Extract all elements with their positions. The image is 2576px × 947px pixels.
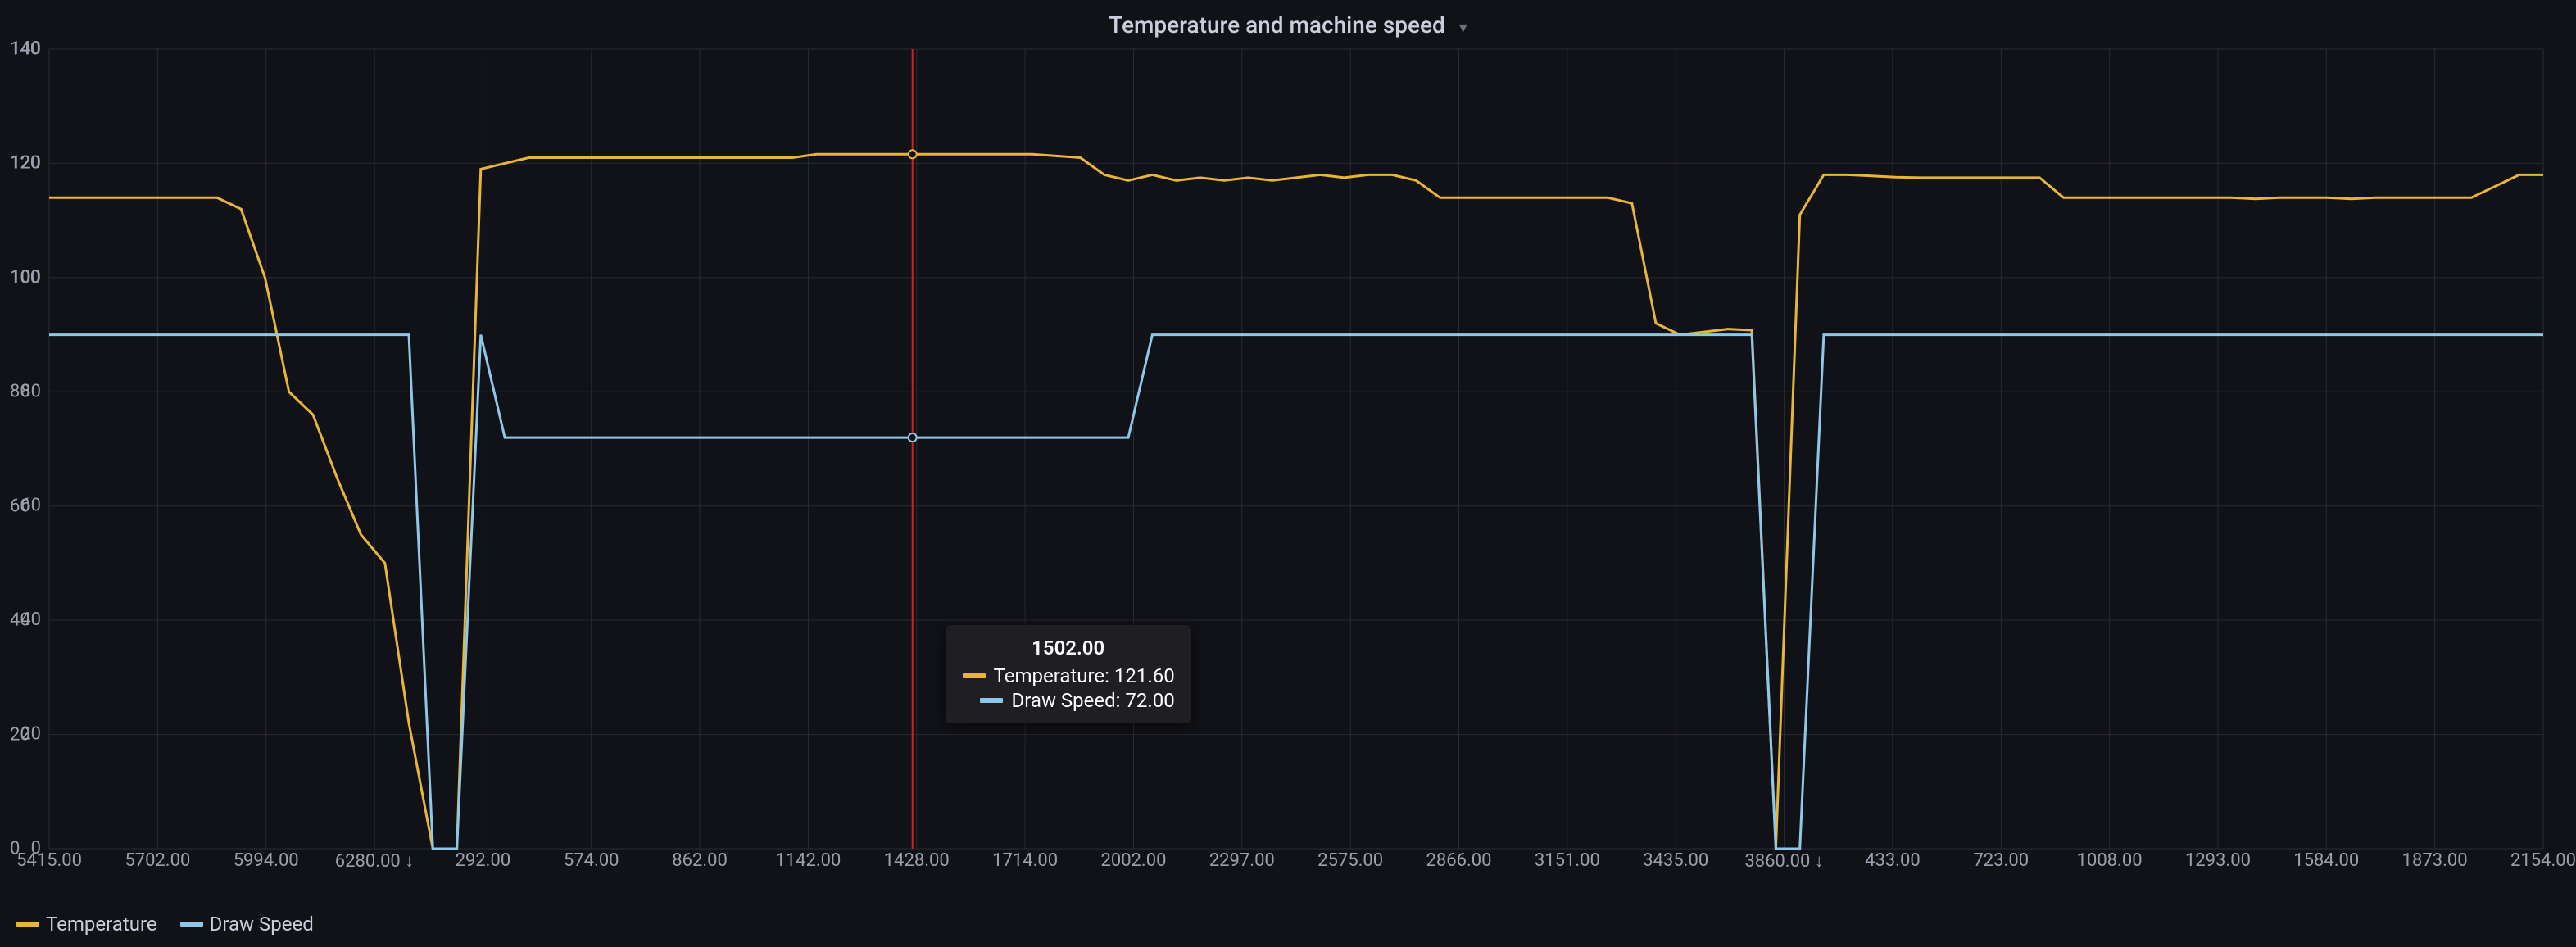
x-tick-label: 1584.00: [2293, 850, 2359, 871]
hover-tooltip: 1502.00 Temperature: 121.60Draw Speed: 7…: [946, 625, 1191, 723]
chart-panel: Temperature and machine speed ▾ 02040608…: [0, 0, 2576, 947]
y-tick-label: 40: [10, 610, 30, 631]
y-tick-label: 80: [10, 382, 30, 402]
x-tick-label: 2154.00: [2510, 850, 2576, 871]
panel-title-text: Temperature and machine speed: [1109, 11, 1445, 39]
tooltip-row: Draw Speed: 72.00: [962, 689, 1175, 712]
x-tick-label: 5994.00: [234, 850, 299, 871]
y-tick-label: 60: [10, 496, 30, 516]
tooltip-swatch: [980, 698, 1003, 703]
x-tick-label: 3860.00 ↓: [1744, 850, 1823, 872]
x-tick-label: 2575.00: [1317, 850, 1383, 871]
y-tick-label: 100: [10, 267, 40, 288]
tooltip-x-value: 1502.00: [962, 637, 1175, 659]
legend-item-temperature[interactable]: Temperature: [16, 913, 157, 936]
y-tick-label: 0: [10, 839, 20, 859]
legend-label: Temperature: [46, 913, 157, 936]
tooltip-swatch: [963, 673, 986, 678]
x-tick-label: 6280.00 ↓: [335, 850, 414, 872]
y-tick-label: 140: [10, 39, 40, 60]
x-tick-label: 1293.00: [2185, 850, 2251, 871]
chart-svg: 020406080100120140: [49, 49, 2543, 849]
x-tick-label: 1008.00: [2077, 850, 2143, 871]
x-tick-label: 5415.00: [16, 850, 82, 871]
x-tick-label: 862.00: [672, 850, 728, 871]
x-axis-labels: 5415.005702.005994.006280.00 ↓292.00574.…: [49, 850, 2543, 875]
x-tick-label: 2297.00: [1209, 850, 1275, 871]
x-tick-label: 1873.00: [2402, 850, 2468, 871]
legend-label: Draw Speed: [210, 913, 314, 936]
x-tick-label: 723.00: [1973, 850, 2029, 871]
x-tick-label: 433.00: [1865, 850, 1921, 871]
panel-title[interactable]: Temperature and machine speed ▾: [0, 0, 2576, 43]
tooltip-row: Temperature: 121.60: [962, 664, 1175, 687]
chevron-down-icon[interactable]: ▾: [1459, 17, 1467, 37]
y-tick-label: 20: [10, 724, 30, 745]
x-tick-label: 5702.00: [125, 850, 190, 871]
tooltip-series-value: Temperature: 121.60: [994, 664, 1175, 687]
x-tick-label: 1714.00: [992, 850, 1058, 871]
legend-swatch: [180, 922, 203, 927]
x-tick-label: 1142.00: [775, 850, 841, 871]
legend-item-draw-speed[interactable]: Draw Speed: [180, 913, 314, 936]
x-tick-label: 292.00: [456, 850, 511, 871]
legend: Temperature Draw Speed: [16, 913, 314, 936]
y-tick-label: 120: [10, 153, 40, 174]
x-tick-label: 3435.00: [1643, 850, 1708, 871]
plot-area[interactable]: 020406080100120140: [49, 49, 2543, 849]
x-tick-label: 2002.00: [1100, 850, 1166, 871]
tooltip-series-value: Draw Speed: 72.00: [1011, 689, 1174, 712]
x-tick-label: 3151.00: [1535, 850, 1600, 871]
x-tick-label: 2866.00: [1426, 850, 1492, 871]
x-tick-label: 574.00: [564, 850, 619, 871]
legend-swatch: [16, 922, 39, 927]
x-tick-label: 1428.00: [884, 850, 950, 871]
